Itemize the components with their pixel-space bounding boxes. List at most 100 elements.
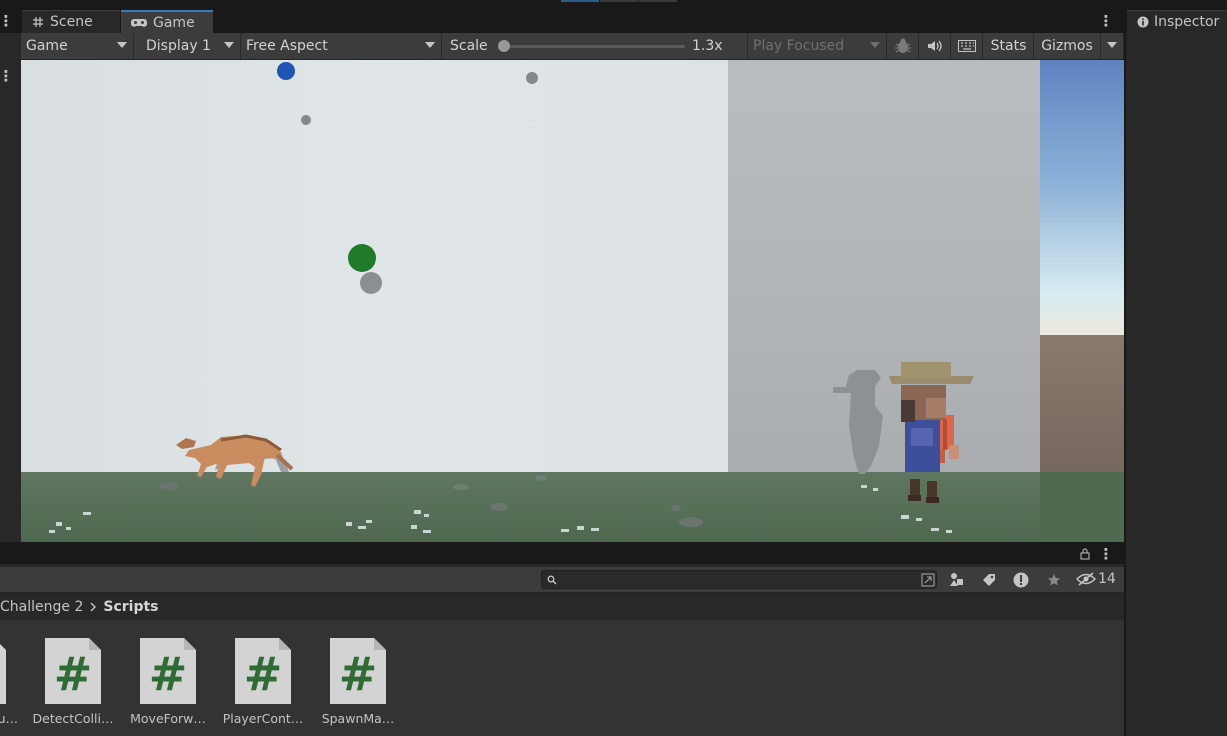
tab-game-label: Game bbox=[153, 14, 195, 31]
gizmos-dropdown[interactable] bbox=[1100, 33, 1124, 59]
warning-icon bbox=[1013, 572, 1029, 588]
asset-label: MoveForw… bbox=[130, 711, 206, 726]
project-window: ⋮ 14 Challenge 2 Scripts u… # DetectColl… bbox=[0, 544, 1124, 736]
aspect-dropdown[interactable]: Free Aspect bbox=[241, 33, 442, 59]
display-dropdown[interactable]: Display 1 bbox=[141, 33, 241, 59]
chevron-down-icon bbox=[1107, 42, 1117, 48]
dog bbox=[176, 434, 294, 487]
asset-item[interactable]: # SpawnMa… bbox=[322, 636, 418, 736]
asset-label: DetectColli… bbox=[32, 711, 114, 726]
svg-text:#: # bbox=[54, 647, 93, 701]
svg-text:#: # bbox=[149, 647, 188, 701]
shapes-icon bbox=[950, 573, 963, 586]
stats-label: Stats bbox=[990, 38, 1027, 54]
left-panel-menu-icon[interactable]: ⋮ bbox=[0, 13, 14, 29]
breadcrumb: Challenge 2 Scripts bbox=[0, 596, 159, 618]
farmer-shadow bbox=[845, 370, 883, 474]
game-toolbar: Game Display 1 Free Aspect Scale 1.3x Pl… bbox=[0, 33, 1124, 60]
filter-by-type-button[interactable] bbox=[945, 569, 969, 591]
game-window-menu-icon[interactable]: ⋮ bbox=[1099, 13, 1114, 29]
editor-top-strip bbox=[0, 0, 1227, 9]
ball-shadow bbox=[360, 272, 382, 294]
csharp-script-icon: # bbox=[330, 638, 386, 704]
play-mode-dropdown[interactable]: Play Focused bbox=[747, 33, 887, 59]
scale-label: Scale bbox=[450, 38, 488, 54]
game-window-tabbar: ⋮ Scene Game ⋮ bbox=[0, 9, 1124, 33]
left-panel-strip: ⋮ bbox=[0, 33, 21, 542]
csharp-script-icon: # bbox=[140, 638, 196, 704]
display-dropdown-label: Display 1 bbox=[146, 38, 211, 54]
search-by-type-button[interactable] bbox=[916, 569, 940, 591]
green-ball bbox=[348, 244, 376, 272]
project-window-menu-icon[interactable]: ⋮ bbox=[1099, 546, 1114, 562]
shortcuts-button[interactable] bbox=[951, 33, 983, 59]
stats-button[interactable]: Stats bbox=[984, 33, 1034, 59]
tag-icon bbox=[983, 574, 995, 586]
left-panel-more-icon[interactable]: ⋮ bbox=[0, 68, 14, 84]
rock bbox=[671, 505, 681, 511]
filter-by-label-button[interactable] bbox=[977, 569, 1001, 591]
rock bbox=[159, 482, 179, 490]
scale-value: 1.3x bbox=[692, 38, 723, 54]
project-search-input[interactable] bbox=[541, 570, 937, 589]
csharp-script-icon: # bbox=[45, 638, 101, 704]
chevron-down-icon bbox=[870, 42, 880, 48]
mute-audio-button[interactable] bbox=[919, 33, 951, 59]
gizmos-label: Gizmos bbox=[1041, 38, 1093, 54]
inspector-tabbar: Inspector bbox=[1126, 9, 1227, 33]
toolbar-segment bbox=[600, 0, 638, 2]
game-view-dropdown[interactable]: Game bbox=[21, 33, 134, 59]
inspector-window: Inspector bbox=[1126, 9, 1227, 736]
csharp-script-icon: # bbox=[235, 638, 291, 704]
eye-hidden-icon bbox=[1076, 572, 1096, 586]
game-view-dropdown-label: Game bbox=[26, 38, 68, 54]
scale-slider[interactable] bbox=[503, 45, 685, 48]
keyboard-icon bbox=[957, 40, 976, 52]
csharp-script-icon bbox=[0, 644, 6, 704]
favorites-button[interactable] bbox=[1042, 569, 1066, 591]
game-viewport[interactable] bbox=[21, 60, 1124, 542]
hidden-packages-toggle[interactable]: 14 bbox=[1076, 571, 1116, 587]
asset-label: PlayerCont… bbox=[222, 711, 304, 726]
aspect-dropdown-label: Free Aspect bbox=[246, 38, 328, 54]
frame-debugger-button[interactable] bbox=[887, 33, 919, 59]
game-window: ⋮ Scene Game ⋮ Game Display 1 Free Aspec… bbox=[0, 9, 1124, 542]
toolbar-highlight bbox=[561, 0, 599, 2]
chevron-down-icon bbox=[224, 42, 234, 48]
star-icon bbox=[1048, 574, 1060, 586]
speaker-icon bbox=[927, 40, 942, 52]
gamepad-icon bbox=[131, 18, 147, 27]
breadcrumb-parent[interactable]: Challenge 2 bbox=[0, 599, 83, 615]
farmer bbox=[889, 362, 974, 503]
breadcrumb-current[interactable]: Scripts bbox=[103, 599, 158, 615]
svg-text:#: # bbox=[339, 647, 378, 701]
scale-slider-thumb[interactable] bbox=[498, 40, 510, 52]
chevron-down-icon bbox=[425, 42, 435, 48]
chevron-down-icon bbox=[117, 42, 127, 48]
play-mode-dropdown-label: Play Focused bbox=[753, 38, 845, 54]
project-toolbar: 14 bbox=[0, 567, 1124, 593]
blue-ball bbox=[277, 62, 295, 80]
expand-search-icon bbox=[921, 573, 935, 587]
rock bbox=[535, 475, 547, 481]
tab-scene-label: Scene bbox=[50, 14, 93, 30]
ball-shadow bbox=[301, 115, 311, 125]
info-icon bbox=[1137, 16, 1149, 28]
rock bbox=[453, 484, 469, 490]
bug-icon bbox=[894, 38, 911, 53]
chevron-right-icon bbox=[90, 602, 97, 612]
scene-grid-icon bbox=[33, 17, 43, 27]
scene-objects bbox=[49, 62, 974, 533]
tab-inspector-label: Inspector bbox=[1154, 14, 1220, 30]
project-window-header: ⋮ bbox=[0, 544, 1124, 564]
hidden-count-value: 14 bbox=[1098, 571, 1116, 587]
tab-game[interactable]: Game bbox=[121, 10, 213, 33]
tab-scene[interactable]: Scene bbox=[22, 10, 120, 33]
asset-label: u… bbox=[0, 711, 18, 726]
gizmos-button[interactable]: Gizmos bbox=[1034, 33, 1100, 59]
ball-shadow bbox=[526, 72, 538, 84]
lock-icon[interactable] bbox=[1080, 548, 1090, 560]
asset-label: SpawnMa… bbox=[321, 711, 395, 726]
log-type-button[interactable] bbox=[1009, 569, 1033, 591]
tab-inspector[interactable]: Inspector bbox=[1127, 10, 1227, 33]
